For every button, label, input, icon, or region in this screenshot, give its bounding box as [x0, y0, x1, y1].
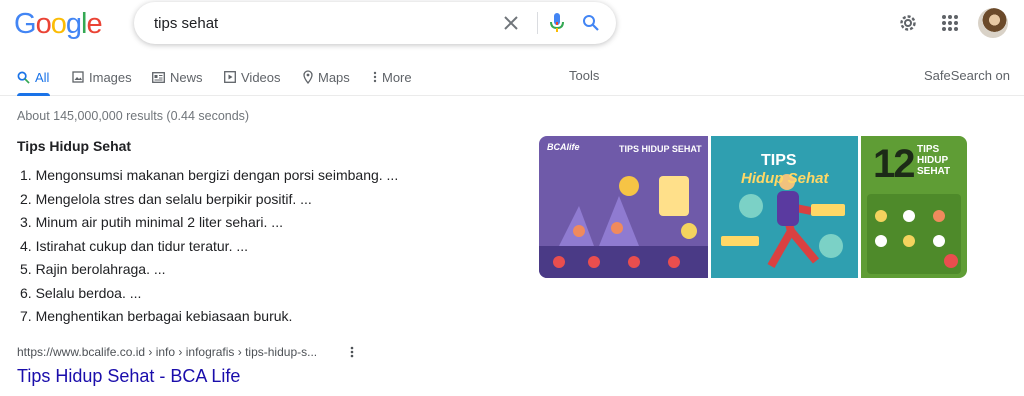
list-item: 5. Rajin berolahraga. ...: [20, 261, 166, 277]
tab-label: News: [170, 69, 203, 85]
tab-label: Images: [89, 69, 132, 85]
thumbnail-heading: TIPS HIDUP SEHAT: [917, 144, 951, 177]
map-pin-icon: [303, 70, 313, 84]
infographic-thumbnail[interactable]: 12 TIPS HIDUP SEHAT: [861, 136, 967, 278]
logo-letter: g: [65, 8, 82, 40]
logo-letter: G: [14, 8, 37, 40]
list-item: 2. Mengelola stres dan selalu berpikir p…: [20, 190, 312, 207]
clear-search-button[interactable]: [498, 10, 524, 36]
tab-maps[interactable]: Maps: [303, 68, 350, 86]
close-icon: [504, 16, 518, 30]
account-avatar[interactable]: [978, 8, 1008, 38]
thumbnail-brand: BCAlife: [547, 142, 580, 152]
list-item: 3. Minum air putih minimal 2 liter sehar…: [20, 214, 283, 230]
result-url[interactable]: https://www.bcalife.co.id › info › infog…: [17, 345, 317, 359]
logo-letter: e: [86, 8, 102, 40]
result-title-link[interactable]: Tips Hidup Sehat - BCA Life: [17, 366, 240, 387]
tab-news[interactable]: News: [152, 68, 203, 86]
more-vert-icon: [373, 71, 377, 83]
thumbnail-heading: TIPS: [761, 152, 797, 169]
tab-videos[interactable]: Videos: [224, 68, 281, 86]
search-icon: [17, 71, 30, 84]
tab-label: Maps: [318, 69, 350, 85]
google-apps-button[interactable]: [938, 11, 962, 35]
safesearch-toggle[interactable]: SafeSearch on: [924, 68, 1010, 83]
thumbnail-number: 12: [873, 142, 915, 186]
search-input[interactable]: [154, 2, 494, 44]
infographic-thumbnail[interactable]: TIPS Hidup Sehat: [711, 136, 858, 278]
infographic-thumbnail[interactable]: BCAlife TIPS HIDUP SEHAT: [539, 136, 708, 278]
voice-search-button[interactable]: [544, 10, 570, 36]
list-item: 7. Menghentikan berbagai kebiasaan buruk…: [20, 308, 293, 324]
thumbnail-subheading: Hidup Sehat: [741, 170, 829, 187]
logo-letter: o: [35, 8, 52, 40]
list-item: 4. Istirahat cukup dan tidur teratur. ..…: [20, 237, 249, 254]
video-icon: [224, 71, 236, 83]
list-item: 6. Selalu berdoa. ...: [20, 284, 142, 301]
result-stats: About 145,000,000 results (0.44 seconds): [17, 109, 250, 123]
tab-label: More: [382, 69, 412, 85]
result-options-button[interactable]: [346, 344, 358, 360]
active-tab-indicator: [17, 93, 50, 96]
list-item: 1. Mengonsumsi makanan bergizi dengan po…: [20, 167, 399, 183]
tab-images[interactable]: Images: [72, 68, 132, 86]
search-submit-button[interactable]: [578, 10, 604, 36]
snippet-images: BCAlife TIPS HIDUP SEHAT TIPS Hidup Seha…: [539, 136, 967, 278]
search-icon: [583, 15, 599, 31]
search-tabs: All Images News Videos Maps More Tools S…: [0, 62, 1024, 96]
featured-snippet-list: 1. Mengonsumsi makanan bergizi dengan po…: [20, 165, 398, 330]
featured-snippet-title: Tips Hidup Sehat: [17, 138, 132, 154]
search-box: [134, 2, 616, 44]
image-icon: [72, 71, 84, 83]
infographic-illustration: [539, 176, 708, 278]
logo-letter: o: [50, 8, 67, 40]
tab-label: Videos: [241, 69, 281, 85]
thumbnail-heading: TIPS HIDUP SEHAT: [619, 144, 702, 154]
settings-button[interactable]: [896, 11, 920, 35]
apps-icon: [942, 15, 958, 31]
more-vert-icon: [350, 346, 354, 358]
news-icon: [152, 71, 165, 83]
search-divider: [537, 12, 538, 34]
tab-all[interactable]: All: [17, 68, 49, 86]
gear-icon: [900, 15, 916, 31]
mic-icon: [550, 13, 564, 32]
tools-button[interactable]: Tools: [569, 68, 599, 83]
tab-label: All: [35, 69, 50, 85]
google-logo[interactable]: Google: [14, 8, 103, 41]
tab-more[interactable]: More: [373, 68, 412, 86]
